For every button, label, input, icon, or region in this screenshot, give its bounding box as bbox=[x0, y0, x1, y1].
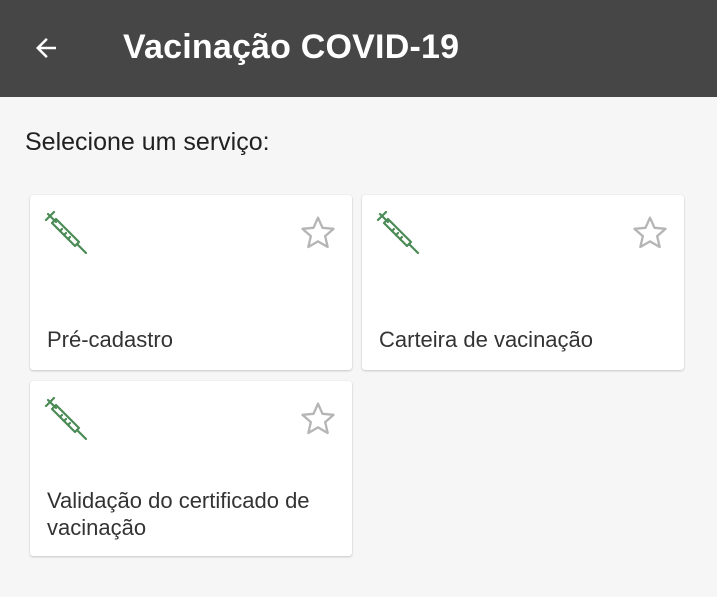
syringe-icon bbox=[44, 397, 88, 441]
app-bar: Vacinação COVID-19 bbox=[0, 0, 717, 97]
syringe-icon bbox=[44, 211, 88, 255]
section-title: Selecione um serviço: bbox=[25, 128, 270, 156]
star-icon[interactable] bbox=[298, 399, 338, 439]
syringe-icon bbox=[376, 211, 420, 255]
service-card-label: Carteira de vacinação bbox=[379, 327, 594, 352]
service-card-carteira[interactable]: Carteira de vacinação bbox=[362, 195, 684, 370]
back-button[interactable] bbox=[24, 26, 68, 70]
service-card-validacao[interactable]: Validação do certificado de vacinação bbox=[30, 381, 352, 556]
arrow-left-icon bbox=[36, 38, 56, 58]
star-icon[interactable] bbox=[298, 213, 338, 253]
service-card-label: Validação do certificado de vacinação bbox=[47, 488, 310, 540]
page-title: Vacinação COVID-19 bbox=[123, 28, 460, 66]
service-card-pre-cadastro[interactable]: Pré-cadastro bbox=[30, 195, 352, 370]
service-card-label: Pré-cadastro bbox=[47, 327, 173, 352]
star-icon[interactable] bbox=[630, 213, 670, 253]
